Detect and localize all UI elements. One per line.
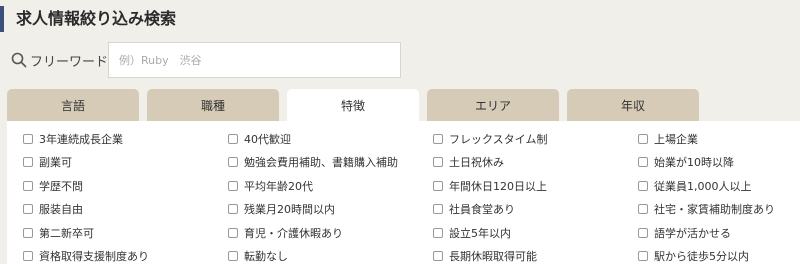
tab-language[interactable]: 言語 [7, 89, 139, 121]
feature-option-label: 始業が10時以降 [654, 156, 734, 170]
feature-option-label: 年間休日120日以上 [449, 179, 547, 193]
checkbox[interactable] [228, 204, 238, 215]
feature-option[interactable]: 社宅・家賃補助制度あり [638, 198, 788, 222]
checkbox[interactable] [23, 133, 33, 144]
checkbox[interactable] [228, 180, 238, 191]
feature-option[interactable]: 第二新卒可 [23, 221, 228, 245]
feature-option-label: 残業月20時間以内 [244, 203, 335, 217]
feature-option-label: 資格取得支援制度あり [39, 250, 149, 264]
feature-option[interactable]: 残業月20時間以内 [228, 198, 433, 222]
checkbox[interactable] [433, 133, 443, 144]
checkbox[interactable] [23, 251, 33, 262]
feature-option-label: フレックスタイム制 [449, 132, 548, 146]
feature-option-label: 平均年齢20代 [244, 179, 313, 193]
feature-option[interactable]: 転勤なし [228, 245, 433, 264]
feature-option[interactable]: 土日祝休み [433, 151, 638, 175]
feature-option[interactable]: 長期休暇取得可能 [433, 245, 638, 264]
feature-options: 3年連続成長企業 40代歓迎 フレックスタイム制 上場企業副業可 勉強会費用補助、書籍購… [23, 127, 788, 264]
checkbox[interactable] [433, 204, 443, 215]
checkbox[interactable] [228, 157, 238, 168]
feature-option[interactable]: 従業員1,000人以上 [638, 174, 788, 198]
feature-option[interactable]: フレックスタイム制 [433, 127, 638, 151]
feature-option[interactable]: 上場企業 [638, 127, 788, 151]
feature-option[interactable]: 語学が活かせる [638, 221, 788, 245]
feature-option-label: 従業員1,000人以上 [654, 179, 752, 193]
feature-option-label: 40代歓迎 [244, 132, 291, 146]
search-label: フリーワード [30, 54, 109, 70]
checkbox[interactable] [23, 157, 33, 168]
tab-job-type[interactable]: 職種 [147, 89, 279, 121]
free-word-search: フリーワード [10, 42, 401, 78]
checkbox[interactable] [23, 180, 33, 191]
feature-option-label: 長期休暇取得可能 [449, 250, 537, 264]
checkbox[interactable] [23, 204, 33, 215]
feature-option-label: 勉強会費用補助、書籍購入補助 [244, 156, 398, 170]
feature-option-label: 3年連続成長企業 [39, 132, 123, 146]
feature-option-label: 社宅・家賃補助制度あり [654, 203, 775, 217]
feature-option[interactable]: 年間休日120日以上 [433, 174, 638, 198]
feature-option[interactable]: 副業可 [23, 151, 228, 175]
checkbox[interactable] [638, 204, 648, 215]
checkbox[interactable] [638, 133, 648, 144]
tab-features[interactable]: 特徴 [287, 89, 419, 122]
checkbox[interactable] [638, 227, 648, 238]
checkbox[interactable] [638, 251, 648, 262]
tab-salary[interactable]: 年収 [567, 89, 699, 121]
feature-option[interactable]: 学歴不問 [23, 174, 228, 198]
features-panel: 3年連続成長企業 40代歓迎 フレックスタイム制 上場企業副業可 勉強会費用補助、書籍購… [7, 121, 800, 264]
feature-option-label: 土日祝休み [449, 156, 504, 170]
feature-option-label: 社員食堂あり [449, 203, 515, 217]
feature-option[interactable]: 資格取得支援制度あり [23, 245, 228, 264]
feature-option[interactable]: 3年連続成長企業 [23, 127, 228, 151]
checkbox[interactable] [433, 180, 443, 191]
checkbox[interactable] [228, 133, 238, 144]
checkbox[interactable] [23, 227, 33, 238]
checkbox[interactable] [638, 157, 648, 168]
feature-option-label: 服装自由 [39, 203, 83, 217]
feature-option[interactable]: 服装自由 [23, 198, 228, 222]
feature-option[interactable]: 40代歓迎 [228, 127, 433, 151]
feature-option[interactable]: 育児・介護休暇あり [228, 221, 433, 245]
feature-option-label: 駅から徒歩5分以内 [654, 250, 749, 264]
checkbox[interactable] [433, 251, 443, 262]
feature-option[interactable]: 始業が10時以降 [638, 151, 788, 175]
checkbox[interactable] [433, 227, 443, 238]
page-title: 求人情報絞り込み検索 [0, 6, 176, 32]
feature-option-label: 副業可 [39, 156, 72, 170]
feature-option-label: 語学が活かせる [654, 226, 731, 240]
search-input[interactable] [108, 42, 401, 78]
feature-option[interactable]: 平均年齢20代 [228, 174, 433, 198]
feature-option[interactable]: 設立5年以内 [433, 221, 638, 245]
feature-option-label: 転勤なし [244, 250, 288, 264]
feature-option-label: 第二新卒可 [39, 226, 94, 240]
checkbox[interactable] [433, 157, 443, 168]
checkbox[interactable] [228, 227, 238, 238]
feature-option[interactable]: 駅から徒歩5分以内 [638, 245, 788, 264]
filter-tabs: 言語 職種 特徴 エリア 年収 [7, 89, 707, 122]
feature-option[interactable]: 勉強会費用補助、書籍購入補助 [228, 151, 433, 175]
checkbox[interactable] [638, 180, 648, 191]
tab-area[interactable]: エリア [427, 89, 559, 121]
search-icon [11, 52, 27, 68]
feature-option-label: 育児・介護休暇あり [244, 226, 343, 240]
feature-option[interactable]: 社員食堂あり [433, 198, 638, 222]
checkbox[interactable] [228, 251, 238, 262]
feature-option-label: 学歴不問 [39, 179, 83, 193]
feature-option-label: 設立5年以内 [449, 226, 511, 240]
feature-option-label: 上場企業 [654, 132, 698, 146]
